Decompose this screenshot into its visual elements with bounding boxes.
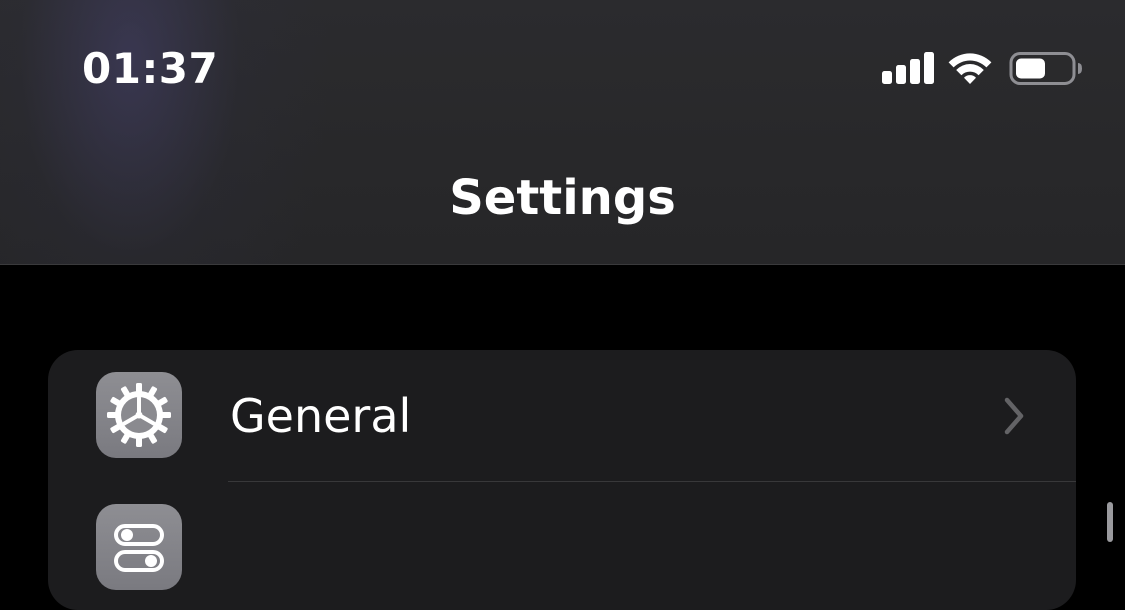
settings-row-general[interactable]: General <box>48 350 1076 482</box>
settings-group: General <box>48 350 1076 610</box>
scroll-indicator[interactable] <box>1107 502 1113 542</box>
cellular-signal-icon <box>882 52 934 84</box>
settings-row-control-center[interactable] <box>48 482 1076 610</box>
wifi-icon <box>948 53 992 84</box>
header-divider <box>0 264 1125 265</box>
control-center-icon <box>96 504 182 590</box>
status-icons <box>882 52 1082 85</box>
settings-row-label: General <box>230 389 412 443</box>
page-title: Settings <box>449 170 676 226</box>
chevron-right-icon <box>1004 397 1024 435</box>
battery-icon <box>1009 52 1082 85</box>
gear-icon <box>96 372 182 458</box>
